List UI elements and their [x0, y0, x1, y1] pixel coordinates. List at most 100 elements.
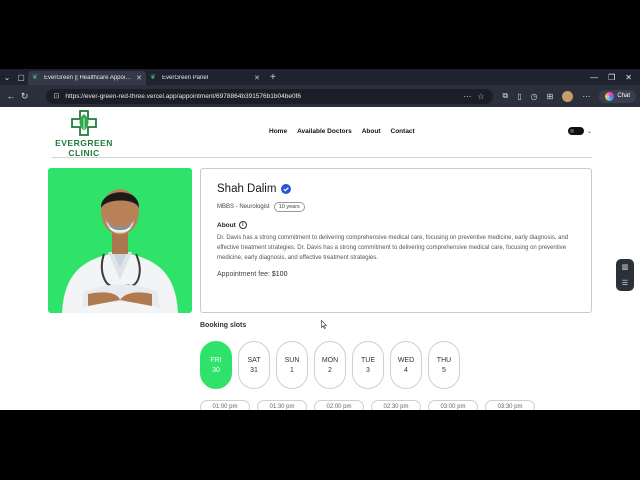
close-tab-icon[interactable]: ✕ — [136, 74, 142, 82]
booking-slots-title: Booking slots — [200, 322, 247, 329]
doctor-info-card: Shah Dalim MBBS - Neurologist 10 years A… — [200, 168, 592, 313]
browser-window: ⌄ ▢ ❦ EverGreen || Healthcare Appointm ✕… — [0, 69, 640, 410]
day-name: MON — [321, 356, 339, 364]
history-icon[interactable]: ◷ — [531, 92, 538, 101]
time-slot[interactable]: 03:00 pm — [428, 400, 478, 410]
profile-avatar[interactable] — [562, 90, 574, 102]
day-slot-fri[interactable]: FRI 30 — [200, 341, 232, 389]
about-label: About — [217, 221, 236, 229]
time-slot[interactable]: 01:00 pm — [200, 400, 250, 410]
site-header: EVERGREEN CLINIC Home Available Doctors … — [52, 107, 592, 158]
tab-evergreen-panel[interactable]: ❦ EverGreen Panel ✕ — [146, 71, 264, 85]
page-content: EVERGREEN CLINIC Home Available Doctors … — [0, 107, 640, 410]
day-date: 5 — [442, 366, 446, 374]
user-menu[interactable]: ⌄ — [567, 127, 592, 135]
day-name: WED — [397, 356, 415, 364]
time-selector: 01:00 pm 01:30 pm 02:00 pm 02:30 pm 03:0… — [200, 400, 535, 410]
day-selector: FRI 30 SAT 31 SUN 1 MON 2 TUE 3 WED 4 TH… — [200, 341, 460, 389]
workspaces-icon[interactable]: ▢ — [14, 70, 28, 84]
copilot-chat-button[interactable]: Chat — [599, 89, 637, 103]
toggle-switch[interactable] — [567, 127, 584, 135]
reader-icon[interactable]: ▥ — [622, 263, 629, 271]
day-slot-mon[interactable]: MON 2 — [314, 341, 346, 389]
about-heading: About i — [217, 221, 575, 229]
doctor-degree: MBBS - Neurologist — [217, 204, 270, 210]
info-icon: i — [238, 221, 247, 229]
day-slot-sat[interactable]: SAT 31 — [238, 341, 270, 389]
menu-icon[interactable]: ☰ — [622, 279, 628, 287]
mouse-cursor-icon — [321, 320, 327, 329]
day-name: TUE — [361, 356, 375, 364]
time-slot[interactable]: 02:30 pm — [371, 400, 421, 410]
extensions-puzzle-icon[interactable]: ⧉ — [503, 91, 509, 101]
fee-label: Appointment fee: — [217, 271, 270, 279]
day-name: SAT — [247, 356, 261, 364]
split-screen-icon[interactable]: ▯ — [517, 92, 521, 101]
day-slot-thu[interactable]: THU 5 — [428, 341, 460, 389]
degree-row: MBBS - Neurologist 10 years — [217, 202, 575, 212]
tab-title: EverGreen || Healthcare Appointm — [44, 75, 134, 81]
day-date: 31 — [250, 366, 258, 374]
tab-actions-chevron-icon[interactable]: ⌄ — [0, 70, 14, 84]
day-date: 2 — [328, 366, 332, 374]
url-text: https://ever-green-red-three.vercel.app/… — [65, 92, 301, 100]
favorite-star-icon[interactable]: ☆ — [477, 92, 484, 101]
restore-icon[interactable]: ❐ — [608, 73, 615, 82]
leaf-favicon-icon: ❦ — [150, 74, 156, 81]
copilot-icon — [605, 91, 615, 101]
tab-evergreen-appointment[interactable]: ❦ EverGreen || Healthcare Appointm ✕ — [28, 71, 146, 85]
window-controls: — ❐ ✕ — [590, 73, 640, 82]
verified-badge-icon — [281, 184, 292, 194]
leaf-cross-logo-icon — [71, 110, 97, 136]
collections-icon[interactable]: ⊞ — [547, 92, 554, 101]
tab-title: EverGreen Panel — [162, 75, 209, 81]
new-tab-plus-icon[interactable]: + — [270, 72, 276, 83]
url-field[interactable]: ⊡ https://ever-green-red-three.vercel.ap… — [45, 88, 493, 104]
tab-strip: ⌄ ▢ ❦ EverGreen || Healthcare Appointm ✕… — [0, 69, 640, 85]
minimize-icon[interactable]: — — [590, 73, 598, 82]
day-name: FRI — [210, 356, 222, 364]
lock-icon: ⊡ — [53, 93, 60, 100]
close-tab-icon[interactable]: ✕ — [254, 74, 260, 82]
day-slot-wed[interactable]: WED 4 — [390, 341, 422, 389]
leaf-favicon-icon: ❦ — [32, 74, 38, 81]
appointment-fee: Appointment fee: $100 — [217, 271, 575, 278]
time-slot[interactable]: 02:00 pm — [314, 400, 364, 410]
day-name: THU — [436, 356, 452, 364]
fee-value: $100 — [271, 271, 288, 279]
nav-contact[interactable]: Contact — [391, 128, 415, 135]
chat-label: Chat — [617, 93, 631, 99]
experience-badge: 10 years — [273, 202, 305, 212]
main-nav: Home Available Doctors About Contact — [269, 128, 415, 135]
time-slot[interactable]: 03:30 pm — [485, 400, 535, 410]
settings-more-icon[interactable]: ⋯ — [582, 92, 590, 101]
refresh-icon[interactable]: ↻ — [18, 91, 32, 102]
doctor-portrait-image — [62, 189, 178, 313]
doctor-name: Shah Dalim — [217, 183, 277, 195]
about-description: Dr. Davis has a strong commitment to del… — [217, 235, 569, 261]
day-slot-sun[interactable]: SUN 1 — [276, 341, 308, 389]
nav-home[interactable]: Home — [269, 128, 287, 135]
address-bar: ← ↻ ⊡ https://ever-green-red-three.verce… — [0, 85, 640, 107]
day-slot-tue[interactable]: TUE 3 — [352, 341, 384, 389]
day-date: 1 — [290, 366, 294, 374]
browser-toolbar-icons: ⧉ ▯ ◷ ⊞ ⋯ Chat — [503, 89, 637, 103]
back-arrow-icon[interactable]: ← — [4, 91, 18, 101]
doctor-photo — [48, 168, 192, 313]
day-date: 30 — [212, 366, 220, 374]
day-name: SUN — [284, 356, 300, 364]
day-date: 3 — [366, 366, 370, 374]
reading-mode-icon[interactable]: ⋯ — [463, 92, 471, 101]
floating-side-toolbar: ▥ ☰ — [616, 259, 634, 291]
screen: ⌄ ▢ ❦ EverGreen || Healthcare Appointm ✕… — [0, 0, 640, 480]
time-slot[interactable]: 01:30 pm — [257, 400, 307, 410]
day-date: 4 — [404, 366, 408, 374]
evergreen-logo[interactable]: EVERGREEN CLINIC — [52, 109, 116, 158]
chevron-down-icon: ⌄ — [586, 128, 592, 135]
nav-about[interactable]: About — [362, 128, 381, 135]
doctor-name-row: Shah Dalim — [217, 183, 575, 195]
close-window-icon[interactable]: ✕ — [625, 73, 632, 82]
brand-name: EVERGREEN — [55, 138, 113, 148]
brand-subtitle: CLINIC — [68, 148, 100, 158]
nav-available-doctors[interactable]: Available Doctors — [297, 128, 352, 135]
